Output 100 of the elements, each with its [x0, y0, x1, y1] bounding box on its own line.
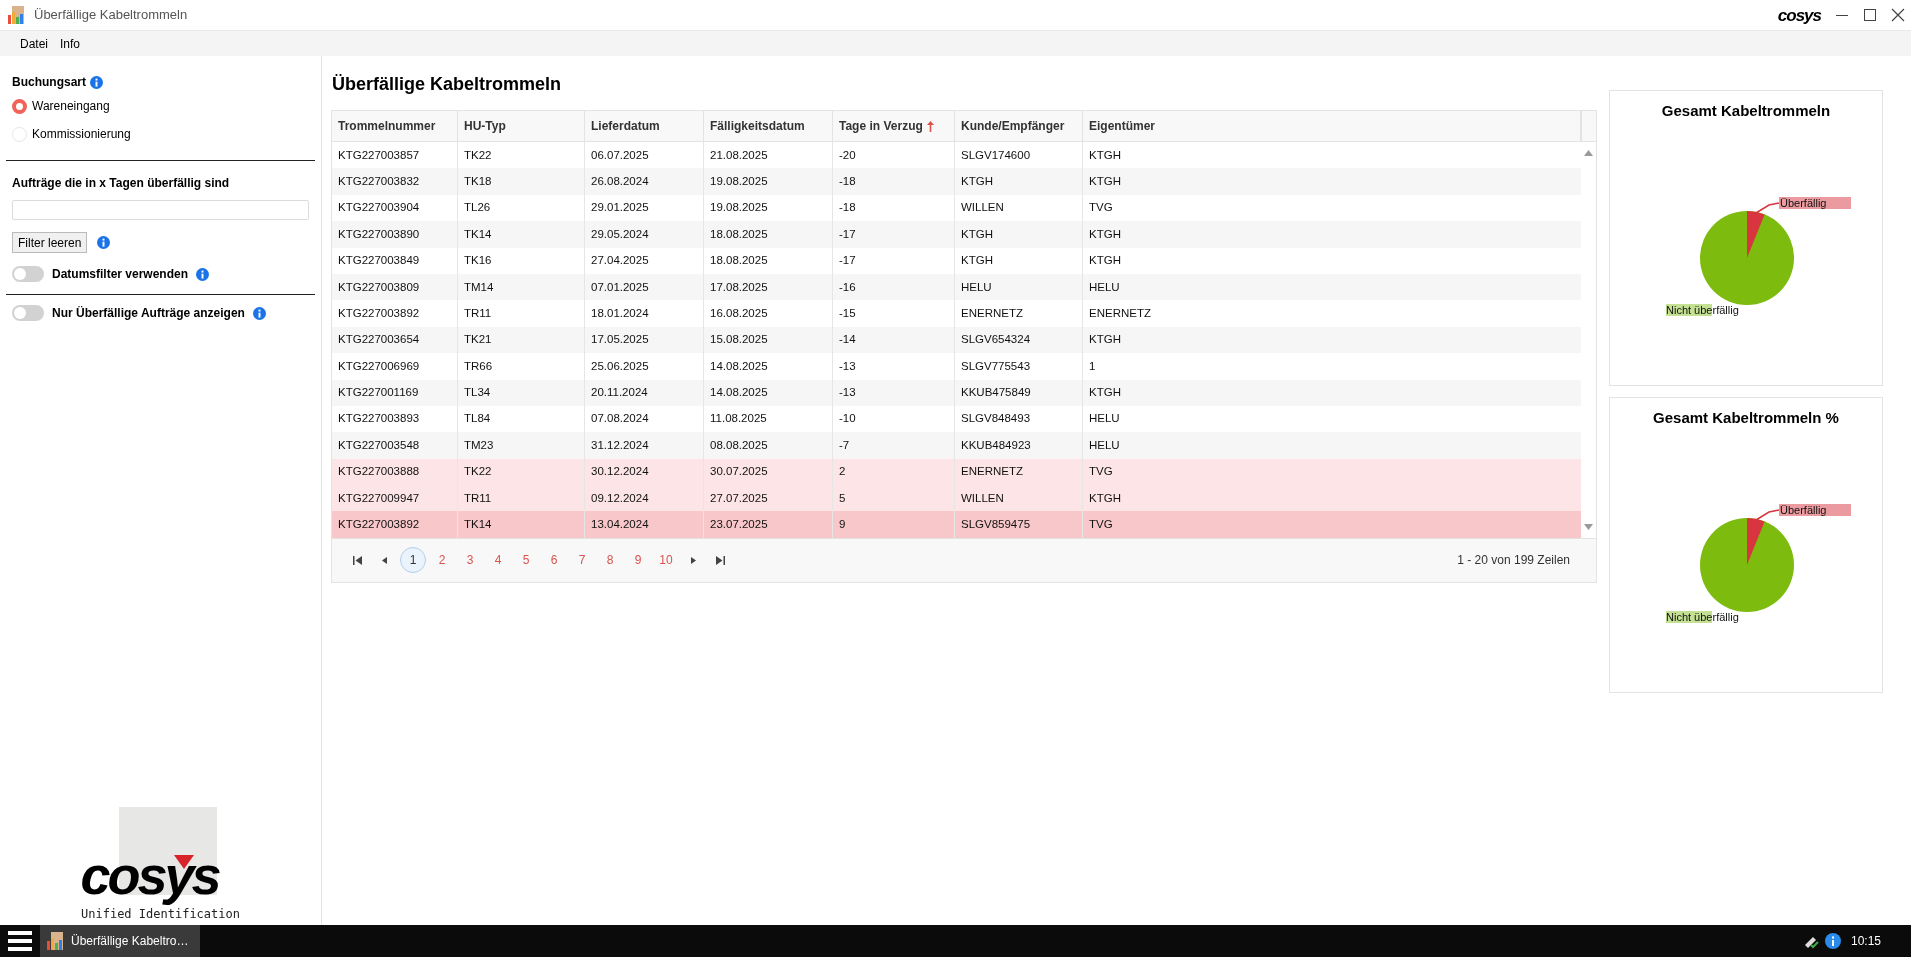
radio-label[interactable]: Kommissionierung — [32, 125, 131, 143]
table-cell: TK14 — [458, 221, 585, 248]
table-cell-text: TVG — [1088, 200, 1114, 216]
clock: 10:15 — [1850, 933, 1881, 950]
field-label: Aufträge die in x Tagen überfällig sind — [12, 175, 231, 192]
slice-label: Nicht überfällig — [1666, 303, 1739, 316]
table-row[interactable]: KTG227003890 TK14 29.05.2024 18.08.2025 -17 KTGH KTGH — [332, 221, 1581, 248]
table-cell: TL34 — [458, 379, 585, 406]
table-cell: KTG227001169 — [332, 379, 458, 406]
info-icon[interactable] — [1824, 933, 1841, 949]
table-cell: -13 — [833, 353, 955, 380]
radio-label[interactable]: Wareneingang — [32, 97, 110, 115]
menu-item[interactable]: Datei — [20, 34, 48, 53]
page-button[interactable]: 9 — [626, 547, 650, 574]
table-row[interactable]: KTG227003888 TK22 30.12.2024 30.07.2025 2 ENERNETZ TVG — [332, 458, 1581, 486]
table-row[interactable]: KTG227003892 TK14 13.04.2024 23.07.2025 9 SLGV859475 TVG — [332, 511, 1581, 538]
table-cell: KTG227006969 — [332, 353, 458, 380]
toggle-switch[interactable] — [12, 266, 44, 282]
page-button[interactable]: 10 — [654, 547, 678, 574]
taskbar-label[interactable]: Überfällige Kabeltro… — [71, 932, 189, 950]
table-cell: 18.01.2024 — [585, 300, 704, 327]
table-row[interactable]: KTG227003548 TM23 31.12.2024 08.08.2025 -7 KKUB484923 HELU — [332, 432, 1581, 459]
table-cell: TK14 — [458, 511, 585, 538]
pie-slice[interactable] — [1747, 210, 1765, 258]
table-cell: ENERNETZ — [955, 300, 1083, 327]
table-cell: TR11 — [458, 300, 585, 327]
table-row[interactable]: KTG227003832 TK18 26.08.2024 19.08.2025 -18 KTGH KTGH — [332, 168, 1581, 195]
table-cell: 29.05.2024 — [585, 221, 704, 248]
table-cell: KTGH — [955, 247, 1083, 274]
column-header[interactable]: Lieferdatum — [585, 111, 704, 141]
page-button[interactable]: 2 — [430, 547, 454, 574]
table-cell: KTG227003832 — [332, 168, 458, 195]
page-button[interactable]: 8 — [598, 547, 622, 574]
section-label: Buchungsart — [12, 74, 86, 91]
page-button[interactable]: 5 — [514, 547, 538, 574]
scroll-down-icon[interactable] — [1584, 523, 1593, 530]
table-cell-text: KTGH — [1088, 226, 1122, 242]
table-cell: 18.08.2025 — [704, 221, 833, 248]
taskbar-button[interactable]: Überfällige Kabeltro… — [40, 925, 200, 957]
leader-line — [1755, 508, 1780, 521]
table-cell-text: HELU — [1088, 279, 1121, 295]
toggle-label: Datumsfilter verwenden — [52, 266, 189, 283]
slice-label: Überfällig — [1779, 503, 1851, 516]
pie-slice[interactable] — [1700, 517, 1794, 612]
page-button[interactable]: 4 — [486, 547, 510, 574]
table-cell: -7 — [833, 432, 955, 459]
clear-filter-button[interactable]: Filter leeren — [12, 232, 88, 253]
page-button[interactable]: 6 — [542, 547, 566, 574]
maximize-icon[interactable] — [1863, 8, 1877, 22]
toggle-switch[interactable] — [12, 305, 44, 321]
table-cell: 14.08.2025 — [704, 353, 833, 380]
column-header[interactable]: Eigentümer — [1083, 111, 1581, 141]
last-page-icon[interactable] — [716, 555, 725, 565]
brand-logo: cosys — [1777, 6, 1821, 24]
leader-line — [1755, 201, 1780, 214]
table-cell-text: HELU — [1088, 411, 1121, 427]
table-cell: 18.08.2025 — [704, 247, 833, 274]
previous-page-icon[interactable] — [380, 555, 389, 565]
scroll-up-icon[interactable] — [1584, 150, 1593, 156]
next-page-icon[interactable] — [689, 555, 698, 565]
table-cell: 9 — [833, 511, 955, 538]
table-cell: 27.04.2025 — [585, 247, 704, 274]
column-header[interactable]: HU-Typ — [458, 111, 585, 141]
table-row[interactable]: KTG227001169 TL34 20.11.2024 14.08.2025 -13 KKUB475849 KTGH — [332, 379, 1581, 406]
menu-icon[interactable] — [8, 930, 32, 952]
input-field[interactable] — [12, 200, 309, 220]
column-header[interactable]: Kunde/Empfänger — [955, 111, 1083, 141]
table-cell-text: KTGH — [1088, 385, 1122, 401]
table-cell-text: 1 — [1088, 358, 1097, 374]
column-header[interactable]: Fälligkeitsdatum — [704, 111, 833, 141]
table-cell: KTGH — [955, 221, 1083, 248]
column-header[interactable]: Trommelnummer — [332, 111, 458, 141]
table-row[interactable]: KTG227003809 TM14 07.01.2025 17.08.2025 -16 HELU HELU — [332, 273, 1581, 301]
table-cell-text: ENERNETZ — [1088, 305, 1152, 321]
menu-item[interactable]: Info — [60, 34, 81, 53]
pie-slice[interactable] — [1747, 517, 1765, 565]
sort-arrow-icon[interactable] — [926, 120, 934, 132]
table-cell: TK16 — [458, 247, 585, 274]
pie-slice[interactable] — [1700, 210, 1794, 305]
page-button[interactable]: 7 — [570, 547, 594, 574]
table-cell-text: KTGH — [1088, 253, 1122, 269]
table-cell-text: KTGH — [1088, 147, 1122, 163]
table-cell: TR66 — [458, 353, 585, 380]
page-button[interactable]: 3 — [458, 547, 482, 574]
column-header[interactable]: Tage in Verzug — [833, 111, 955, 141]
table-row[interactable]: KTG227003654 TK21 17.05.2025 15.08.2025 -14 SLGV654324 KTGH — [332, 326, 1581, 354]
table-cell: -13 — [833, 379, 955, 406]
page-button[interactable]: 1 — [400, 547, 426, 574]
table-cell: KTG227003892 — [332, 300, 458, 327]
first-page-icon[interactable] — [353, 555, 362, 565]
chart-title: Gesamt Kabeltrommeln — [1661, 101, 1831, 121]
table-cell-text: KTGH — [1088, 490, 1122, 506]
chart-title: Gesamt Kabeltrommeln % — [1653, 408, 1839, 428]
slice-label: Nicht überfällig — [1666, 610, 1739, 623]
table-row[interactable]: KTG227009947 TR11 09.12.2024 27.07.2025 5 WILLEN KTGH — [332, 485, 1581, 512]
radio-button[interactable] — [12, 98, 27, 114]
table-cell: -18 — [833, 168, 955, 195]
table-cell-text: KTGH — [1088, 173, 1122, 189]
close-icon[interactable] — [1891, 8, 1905, 22]
app-icon — [45, 931, 65, 951]
